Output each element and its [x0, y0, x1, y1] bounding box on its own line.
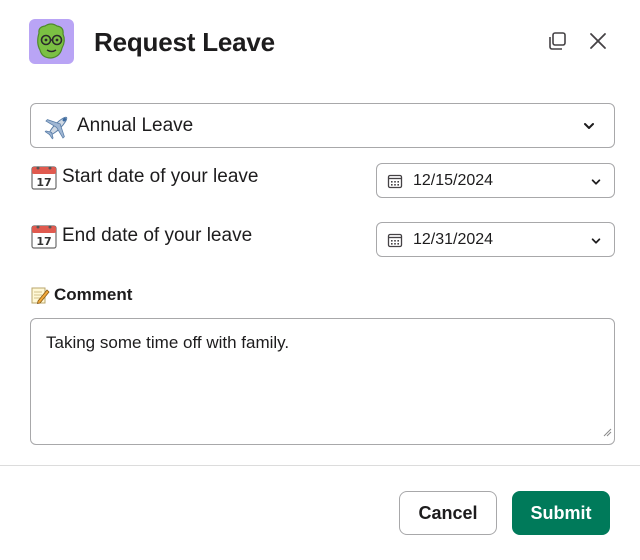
- calendar-icon: [387, 173, 403, 189]
- chevron-down-icon: [590, 234, 602, 252]
- end-date-picker[interactable]: 12/31/2024: [376, 222, 615, 257]
- comment-label: Comment: [30, 285, 132, 305]
- end-date-label-text: End date of your leave: [62, 225, 253, 246]
- calendar-emoji-icon: 17: [30, 222, 58, 250]
- comment-textarea[interactable]: Taking some time off with family.: [30, 318, 615, 445]
- start-date-label: 17 Start date of your leave: [30, 163, 258, 191]
- chevron-down-icon: [582, 119, 596, 138]
- end-date-value: 12/31/2024: [413, 230, 494, 248]
- leave-type-value: Annual Leave: [77, 114, 194, 136]
- calendar-emoji-icon: 17: [30, 163, 58, 191]
- comment-text: Taking some time off with family.: [46, 333, 290, 352]
- airplane-emoji-icon: [43, 111, 73, 141]
- chevron-down-icon: [590, 175, 602, 193]
- resize-handle-icon[interactable]: [602, 422, 612, 442]
- start-date-label-text: Start date of your leave: [62, 166, 259, 187]
- copy-icon[interactable]: [545, 29, 569, 53]
- footer-divider: [0, 465, 640, 466]
- start-date-picker[interactable]: 12/15/2024: [376, 163, 615, 198]
- app-icon: [29, 19, 74, 64]
- modal-title: Request Leave: [94, 27, 275, 57]
- end-date-label: 17 End date of your leave: [30, 222, 252, 250]
- modal-header: Request Leave: [0, 0, 640, 86]
- submit-button[interactable]: Submit: [512, 491, 610, 535]
- cancel-button[interactable]: Cancel: [399, 491, 497, 535]
- calendar-icon: [387, 232, 403, 248]
- close-icon[interactable]: [586, 29, 610, 53]
- leave-type-select[interactable]: Annual Leave: [30, 103, 615, 148]
- memo-emoji-icon: [30, 285, 50, 305]
- svg-text:17: 17: [36, 235, 51, 248]
- start-date-value: 12/15/2024: [413, 171, 494, 189]
- svg-text:17: 17: [36, 176, 51, 189]
- comment-label-text: Comment: [54, 285, 133, 304]
